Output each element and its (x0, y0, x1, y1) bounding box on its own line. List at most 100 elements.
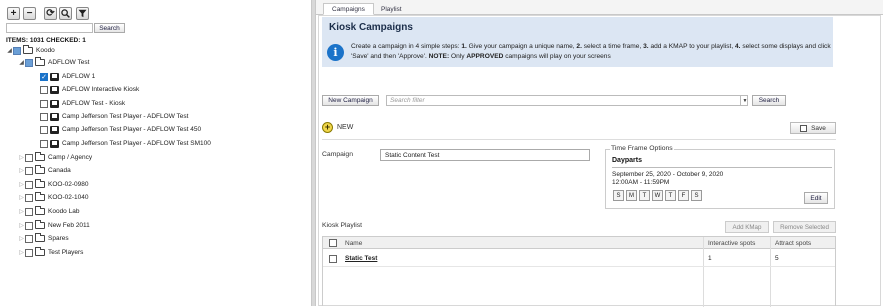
collapse-arrow-icon[interactable]: ◢ (6, 47, 13, 54)
minus-icon[interactable]: − (23, 7, 36, 20)
tree-checkbox[interactable]: ✓ (40, 72, 48, 81)
expand-arrow-icon[interactable]: ▷ (18, 154, 25, 161)
tree-checkbox[interactable] (25, 248, 33, 257)
tree-checkbox[interactable] (25, 180, 33, 189)
folder-icon (35, 57, 45, 66)
save-label: Save (811, 124, 826, 132)
tree-item-label: Camp Jefferson Test Player - ADFLOW Test… (62, 126, 202, 133)
tree-item[interactable]: ▷ Test Players (18, 247, 83, 258)
tree-item-label: ADFLOW Interactive Kiosk (62, 86, 140, 93)
tree-checkbox[interactable] (25, 153, 33, 162)
expand-arrow-icon[interactable]: ▷ (18, 235, 25, 242)
tree-item[interactable]: ▷ Canada (18, 165, 71, 176)
row-divider (323, 266, 835, 267)
save-icon (800, 124, 808, 132)
tree-checkbox[interactable] (40, 125, 48, 134)
tree-item-label: Camp / Agency (48, 154, 93, 161)
folder-icon (35, 165, 45, 174)
playlist-item-link[interactable]: Static Test (345, 253, 377, 264)
day-toggle[interactable]: T (639, 190, 650, 201)
tree-checkbox[interactable] (40, 85, 48, 94)
tree-item[interactable]: ✓ ADFLOW 1 (33, 71, 95, 82)
expand-arrow-icon[interactable]: ▷ (18, 194, 25, 201)
folder-icon (35, 247, 45, 256)
attract-spots-value: 5 (775, 255, 779, 262)
folder-icon (23, 45, 33, 54)
tree-checkbox[interactable] (25, 207, 33, 216)
refresh-icon[interactable]: ⟳ (44, 7, 57, 20)
tree-item[interactable]: ADFLOW Test - Kiosk (33, 98, 125, 109)
day-toggle[interactable]: S (691, 190, 702, 201)
tree-checkbox[interactable] (25, 166, 33, 175)
tree-checkbox[interactable] (40, 99, 48, 108)
select-all-checkbox[interactable] (329, 237, 339, 249)
table-header: Name Interactive spots Attract spots (323, 237, 835, 249)
tab-campaigns[interactable]: Campaigns (323, 3, 374, 15)
add-circle-icon[interactable]: + (322, 122, 333, 133)
interactive-spots-value: 1 (708, 255, 712, 262)
column-interactive-spots[interactable]: Interactive spots (708, 237, 755, 249)
tree-item[interactable]: ▷ Spares (18, 233, 69, 244)
tree-checkbox[interactable] (25, 58, 33, 67)
day-toggle[interactable]: S (613, 190, 624, 201)
tree-checkbox[interactable] (25, 221, 33, 230)
save-button[interactable]: Save (790, 122, 836, 134)
filter-icon[interactable] (76, 7, 89, 20)
expand-arrow-icon[interactable]: ▷ (18, 181, 25, 188)
edit-timeframe-button[interactable]: Edit (804, 192, 828, 204)
tree-item-label: Koodo Lab (48, 208, 80, 215)
tree-item[interactable]: ▷ KOO-02-1040 (18, 192, 88, 203)
day-toggle[interactable]: W (652, 190, 663, 201)
tab-bar: Campaigns Playlist (316, 0, 883, 15)
tree-item[interactable]: Camp Jefferson Test Player - ADFLOW Test… (33, 138, 211, 149)
time-frame-legend: Time Frame Options (610, 145, 674, 152)
kiosk-icon (50, 85, 59, 94)
tree-item[interactable]: ▷ Camp / Agency (18, 152, 92, 163)
tree-item[interactable]: ADFLOW Interactive Kiosk (33, 84, 139, 95)
day-toggle[interactable]: F (678, 190, 689, 201)
expand-arrow-icon[interactable]: ▷ (18, 222, 25, 229)
column-attract-spots[interactable]: Attract spots (775, 237, 811, 249)
column-divider (703, 237, 704, 307)
tree-item[interactable]: ▷ New Feb 2011 (18, 220, 90, 231)
collapse-arrow-icon[interactable]: ◢ (18, 59, 25, 66)
column-divider (770, 237, 771, 307)
tree-checkbox[interactable] (25, 234, 33, 243)
campaign-panel: Campaigns Playlist Kiosk Campaigns i Cre… (316, 0, 883, 307)
new-label[interactable]: NEW (337, 124, 353, 131)
tab-playlist[interactable]: Playlist (373, 3, 410, 15)
playlist-table: Name Interactive spots Attract spots Sta… (322, 236, 836, 307)
expand-arrow-icon[interactable]: ▷ (18, 208, 25, 215)
tree-item[interactable]: ▷ KOO-02-0980 (18, 179, 88, 190)
campaign-filter-input[interactable]: Search filter (386, 95, 748, 106)
campaign-search-button[interactable]: Search (752, 95, 786, 106)
tree-item[interactable]: Camp Jefferson Test Player - ADFLOW Test… (33, 124, 201, 135)
remove-selected-button[interactable]: Remove Selected (773, 221, 836, 233)
day-toggle[interactable]: T (665, 190, 676, 201)
date-range-text: September 25, 2020 - October 9, 2020 (612, 171, 724, 178)
day-toggle[interactable]: M (626, 190, 637, 201)
add-kmap-button[interactable]: Add KMap (725, 221, 769, 233)
tree-item[interactable]: Camp Jefferson Test Player - ADFLOW Test (33, 111, 188, 122)
campaign-name-input[interactable]: Static Content Test (380, 149, 590, 161)
chevron-down-icon[interactable]: ▼ (740, 95, 749, 106)
tree-checkbox[interactable] (40, 112, 48, 121)
column-name[interactable]: Name (345, 237, 362, 249)
item-counts: ITEMS: 1031 CHECKED: 1 (6, 37, 86, 44)
tree-checkbox[interactable] (13, 46, 21, 55)
row-checkbox[interactable] (329, 253, 339, 264)
tree-item[interactable]: ◢ ADFLOW Test (18, 57, 89, 68)
tree-item[interactable]: ▷ Koodo Lab (18, 206, 79, 217)
expand-arrow-icon[interactable]: ▷ (18, 167, 25, 174)
folder-icon (35, 152, 45, 161)
new-campaign-button[interactable]: New Campaign (322, 95, 379, 106)
plus-icon[interactable]: + (7, 7, 20, 20)
tree-checkbox[interactable] (25, 193, 33, 202)
tree-item-label: Canada (48, 167, 71, 174)
magnifier-icon[interactable] (59, 7, 72, 20)
tree-search-button[interactable]: Search (94, 23, 125, 33)
expand-arrow-icon[interactable]: ▷ (18, 249, 25, 256)
tree-search-input[interactable] (6, 23, 93, 33)
tree-item[interactable]: ◢ Koodo (6, 45, 55, 56)
tree-checkbox[interactable] (40, 139, 48, 148)
